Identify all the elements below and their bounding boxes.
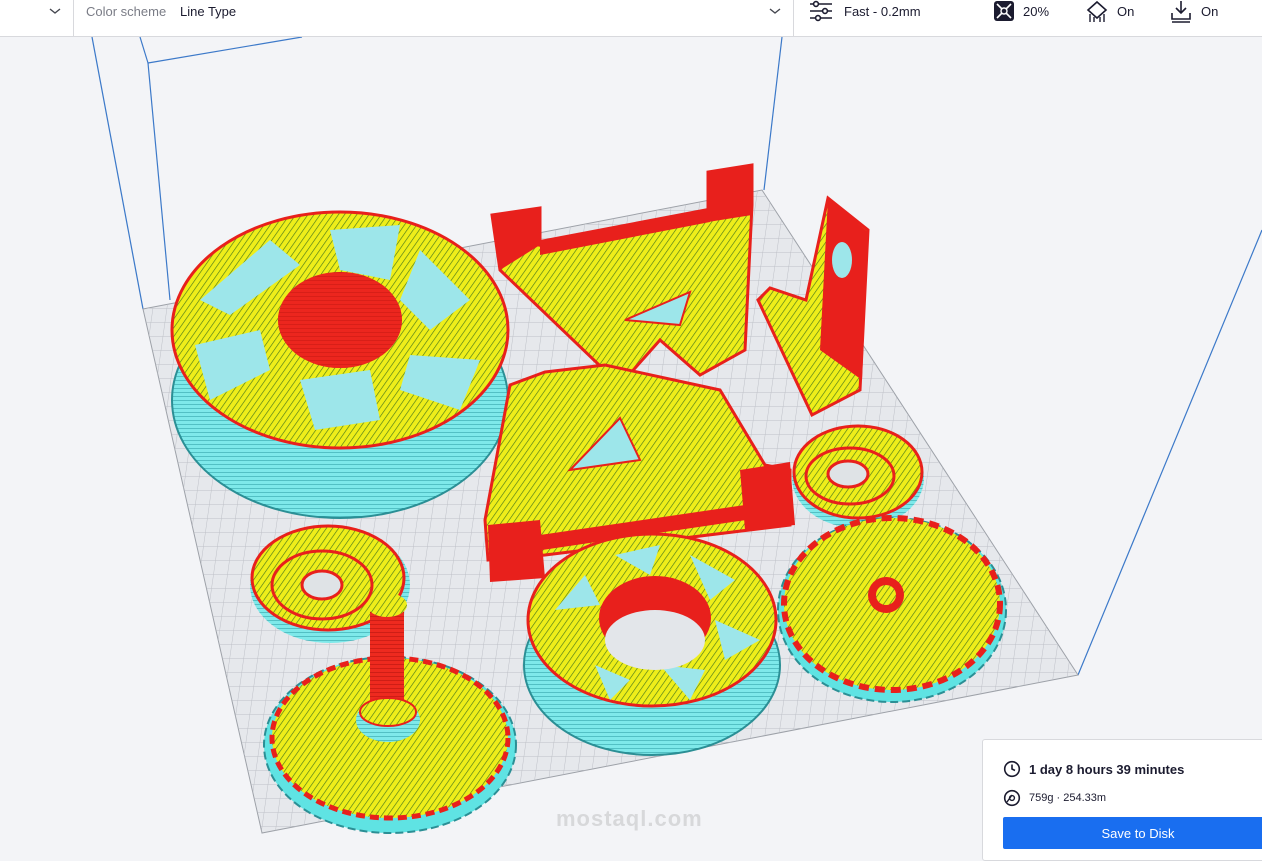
model-fan-hub[interactable]: [523, 532, 781, 756]
top-toolbar: Color scheme Line Type Fast - 0.2mm 20% …: [0, 0, 1262, 37]
layer-view-scene[interactable]: [0, 37, 1262, 849]
adhesion-value[interactable]: On: [1201, 4, 1218, 19]
model-washer-right[interactable]: [792, 424, 924, 528]
support-value[interactable]: On: [1117, 4, 1134, 19]
print-info-panel: 1 day 8 hours 39 minutes 759g · 254.33m …: [982, 739, 1262, 861]
color-scheme-label: Color scheme: [86, 4, 167, 19]
color-scheme-select[interactable]: Line Type: [180, 4, 236, 19]
3d-viewport[interactable]: [0, 37, 1262, 849]
print-profile[interactable]: Fast - 0.2mm: [844, 4, 921, 19]
sliders-icon[interactable]: [808, 0, 834, 24]
save-to-disk-button[interactable]: Save to Disk: [1003, 817, 1262, 849]
toolbar-divider: [73, 0, 74, 36]
spool-icon: [1003, 789, 1021, 807]
toolbar-divider: [793, 0, 794, 36]
clock-icon: [1003, 760, 1021, 778]
print-time: 1 day 8 hours 39 minutes: [1029, 761, 1185, 777]
model-fan-housing[interactable]: [170, 210, 510, 519]
infill-pattern-icon[interactable]: [992, 0, 1018, 24]
model-gear-right[interactable]: [777, 515, 1007, 703]
chevron-down-icon[interactable]: [766, 2, 784, 20]
infill-value[interactable]: 20%: [1023, 4, 1049, 19]
adhesion-icon[interactable]: [1170, 0, 1196, 24]
print-time-row: 1 day 8 hours 39 minutes: [1003, 760, 1184, 778]
watermark: mostaql.com: [556, 806, 703, 831]
support-icon[interactable]: [1086, 0, 1112, 24]
material-row: 759g · 254.33m: [1003, 789, 1106, 807]
material-usage: 759g · 254.33m: [1029, 792, 1107, 804]
chevron-down-icon[interactable]: [46, 2, 64, 20]
